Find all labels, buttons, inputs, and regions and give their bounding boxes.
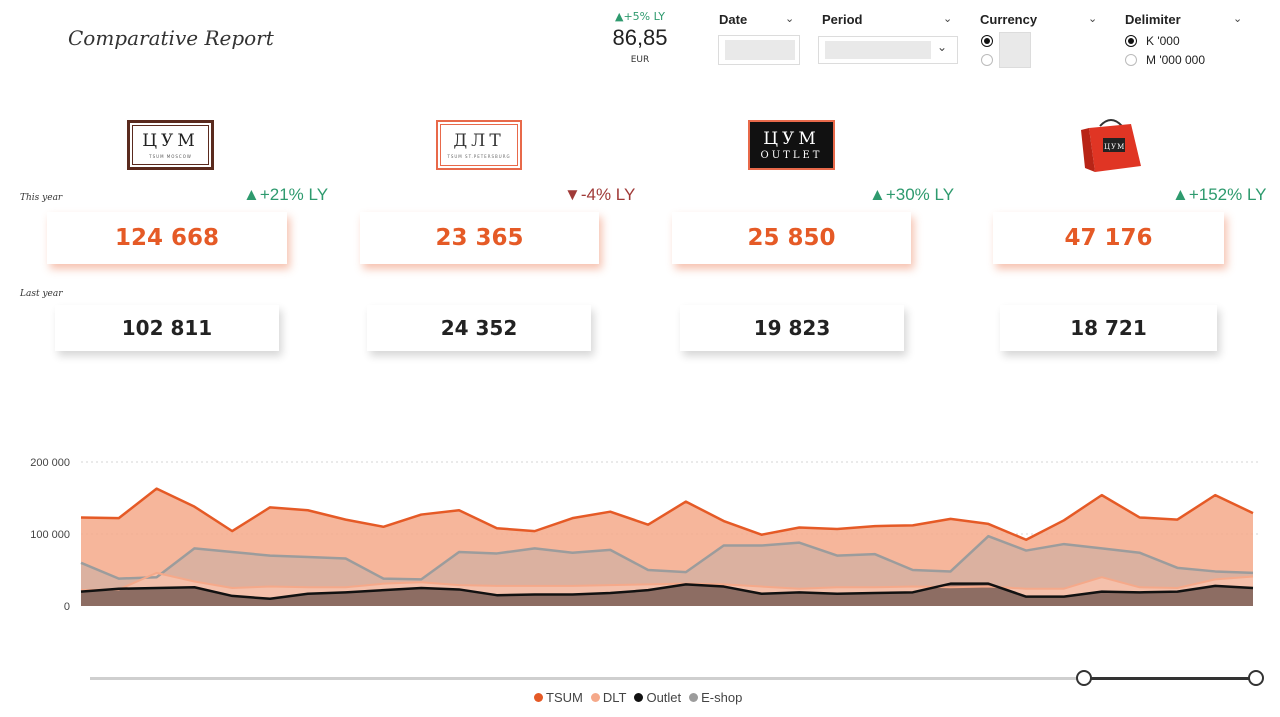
legend-item-tsum[interactable]: TSUM [534,690,583,705]
chevron-down-icon[interactable]: ⌄ [785,12,794,25]
period-slicer-title: Period [822,12,863,27]
delimiter-slicer-title: Delimiter [1125,12,1181,27]
date-value [725,40,795,60]
chart-legend: TSUM DLT Outlet E-shop [534,690,742,705]
dlt-logo: ДЛТ TSUM ST.PETERSBURG [436,120,522,170]
chevron-down-icon[interactable]: ⌄ [943,12,952,25]
delimiter-radio-k[interactable] [1125,35,1137,47]
date-slicer-title: Date [719,12,748,27]
range-slider-start-handle[interactable] [1076,670,1092,686]
tsum-logo: ЦУМ TSUM MOSCOW [127,120,214,170]
date-input[interactable] [718,35,800,65]
kpi-delta: ▲+5% LY [614,10,665,23]
legend-dot [590,693,600,702]
outlet-this-year-card: 25 850 [672,212,911,264]
chevron-down-icon[interactable]: ⌄ [937,40,947,54]
y-tick-label: 200 000 [30,457,70,469]
tsum-delta: ▲+21% LY [243,185,329,204]
legend-dot [534,693,543,702]
legend-label: TSUM [546,690,583,705]
eshop-delta: ▲+152% LY [1172,185,1267,204]
tsum-logo-text: ЦУМ [142,131,199,151]
legend-item-eshop[interactable]: E-shop [689,690,742,705]
range-slider-selection[interactable] [1084,677,1256,680]
outlet-logo-text: ЦУМ [763,129,820,149]
eshop-last-year-card: 18 721 [1000,305,1217,351]
period-value [825,41,931,59]
delimiter-option-m[interactable]: M '000 000 [1146,53,1205,67]
outlet-logo: ЦУМ OUTLET [748,120,835,170]
currency-radio-1[interactable] [981,35,993,47]
range-slider-end-handle[interactable] [1248,670,1264,686]
last-year-label: Last year [20,289,63,299]
outlet-last-year-card: 19 823 [680,305,904,351]
currency-slicer-title: Currency [980,12,1038,27]
range-slider-track[interactable] [90,677,1084,680]
dlt-this-year-card: 23 365 [360,212,599,264]
legend-label: Outlet [646,690,682,705]
y-tick-label: 100 000 [30,529,70,541]
legend-label: DLT [602,690,627,705]
outlet-delta: ▲+30% LY [869,185,955,204]
tsum-this-year-card: 124 668 [47,212,287,264]
eshop-bag-logo: ЦУМ [1081,116,1141,172]
currency-option-labels [999,32,1031,68]
chevron-down-icon[interactable]: ⌄ [1233,12,1242,25]
sales-area-chart: 0 100 000 200 000 [30,457,1260,613]
legend-dot [634,693,644,702]
tsum-logo-subtext: TSUM MOSCOW [149,154,192,159]
report-title: Comparative Report [68,26,274,50]
period-dropdown[interactable]: ⌄ [818,36,958,64]
dlt-last-year-card: 24 352 [367,305,591,351]
kpi-value: 86,85 [612,25,668,50]
outlet-logo-subtext: OUTLET [760,150,823,161]
currency-radio-2[interactable] [981,54,993,66]
kpi-card: ▲+5% LY 86,85 EUR [606,10,674,65]
chevron-down-icon[interactable]: ⌄ [1088,12,1097,25]
kpi-unit: EUR [630,55,650,65]
legend-label: E-shop [701,690,743,705]
eshop-logo-text: ЦУМ [1104,143,1126,151]
dlt-logo-subtext: TSUM ST.PETERSBURG [447,154,511,159]
this-year-label: This year [20,193,63,203]
legend-dot [689,693,699,702]
delimiter-radio-m[interactable] [1125,54,1137,66]
eshop-this-year-card: 47 176 [993,212,1224,264]
legend-item-dlt[interactable]: DLT [590,690,627,705]
y-tick-label: 0 [64,601,70,613]
legend-item-outlet[interactable]: Outlet [634,690,681,705]
delimiter-option-k[interactable]: K '000 [1146,34,1180,48]
dlt-delta: ▼-4% LY [564,185,636,204]
tsum-last-year-card: 102 811 [55,305,279,351]
dlt-logo-text: ДЛТ [453,131,505,151]
